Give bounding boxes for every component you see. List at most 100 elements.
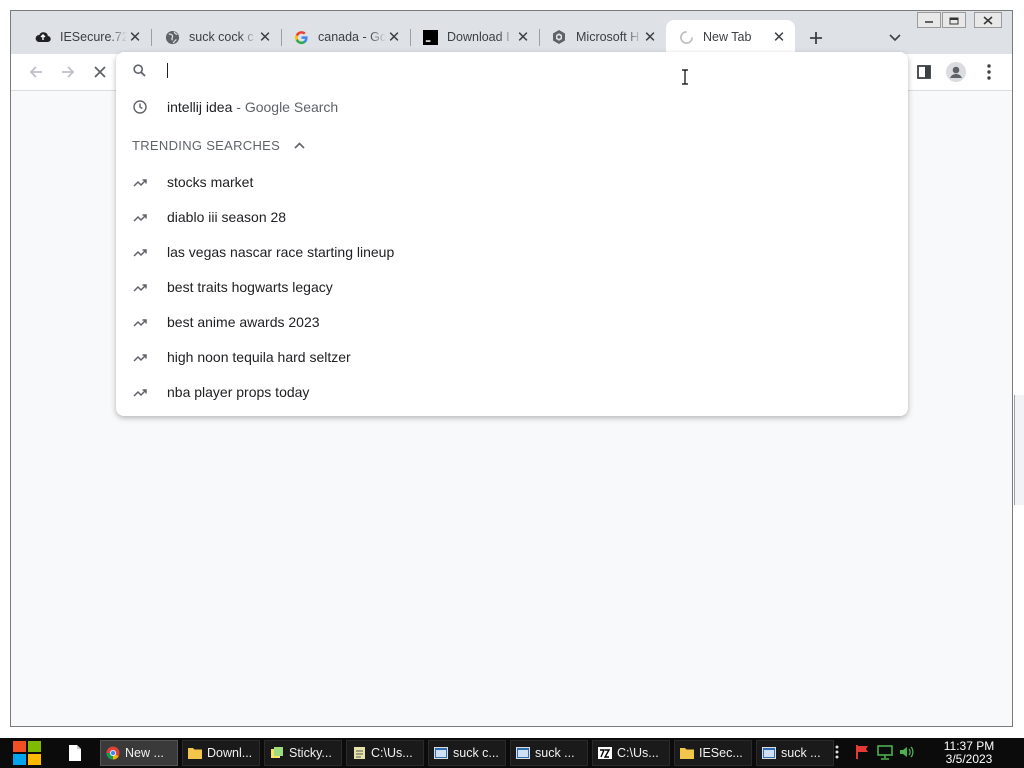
text-caret [167,63,168,78]
suggestion-history-item[interactable]: intellij idea - Google Search [116,89,908,124]
trending-arrow-icon [132,244,148,260]
system-tray [835,743,915,763]
trending-arrow-icon [132,209,148,225]
trending-item[interactable]: best anime awards 2023 [116,304,908,339]
mouse-ibeam-cursor [682,69,688,85]
taskbar-item-label: C:\Us... [371,746,413,760]
terminal-icon [422,29,438,45]
trending-arrow-icon [132,349,148,365]
trending-item[interactable]: stocks market [116,164,908,199]
globe-icon [164,29,180,45]
trending-item-text: nba player props today [167,383,310,400]
notepad-icon [352,746,366,760]
profile-avatar-icon[interactable] [946,62,966,82]
trending-item-text: stocks market [167,173,254,190]
history-clock-icon [132,99,148,115]
window-icon [762,746,776,760]
trending-arrow-icon [132,279,148,295]
stop-loading-icon[interactable] [90,62,110,82]
close-tab-icon[interactable]: ✕ [642,29,658,46]
taskbar-clock[interactable]: 11:37 PM 3/5/2023 [938,740,1000,766]
trending-item[interactable]: las vegas nascar race starting lineup [116,234,908,269]
tab-strip: IESecure.72 ✕ suck cock c ✕ canada - Go [11,11,1012,54]
taskbar-item-window[interactable]: suck ... [756,740,834,766]
action-center-flag-icon[interactable] [855,744,871,763]
close-tab-icon[interactable]: ✕ [771,29,787,46]
google-icon [293,29,309,45]
tab-new-tab[interactable]: New Tab ✕ [666,20,795,54]
cloud-upload-icon [35,29,51,45]
taskbar-item-window[interactable]: suck ... [510,740,588,766]
folder-icon [680,746,694,760]
search-icon [133,64,146,80]
trending-arrow-icon [132,314,148,330]
windows-taskbar: New ... Downl... Sticky... C:\Us... suck… [0,738,1024,768]
omnibox-input-row [116,52,908,88]
7zip-icon [598,746,612,760]
trending-item[interactable]: diablo iii season 28 [116,199,908,234]
chevron-up-icon[interactable] [294,142,305,149]
sticky-notes-icon [270,746,284,760]
trending-header-label: TRENDING SEARCHES [132,138,281,153]
tab-download[interactable]: Download I ✕ [410,20,540,54]
taskbar-item-iesecure-folder[interactable]: IESec... [674,740,752,766]
folder-icon [188,746,202,760]
show-desktop-file-icon[interactable] [68,744,82,762]
tab-microsoft[interactable]: Microsoft H ✕ [539,20,666,54]
taskbar-item-7zip[interactable]: C:\Us... [592,740,670,766]
network-icon[interactable] [877,744,893,763]
omnibox-dropdown: intellij idea - Google Search TRENDING S… [116,52,908,416]
close-tab-icon[interactable]: ✕ [515,29,531,46]
more-menu-icon[interactable] [979,62,999,82]
trending-item[interactable]: nba player props today [116,374,908,409]
tab-title: New Tab [703,30,752,44]
trending-searches-header[interactable]: TRENDING SEARCHES [132,138,305,153]
volume-icon[interactable] [899,744,915,763]
new-tab-button[interactable] [806,28,826,48]
taskbar-item-label: Sticky... [289,746,332,760]
tab-title: canada - Go [318,30,386,44]
windows-start-icon[interactable] [10,739,44,767]
tab-canada-google[interactable]: canada - Go ✕ [281,20,411,54]
taskbar-item-label: IESec... [699,746,743,760]
suggestion-text: intellij idea - Google Search [167,98,339,115]
taskbar-item-window[interactable]: suck c... [428,740,506,766]
taskbar-item-label: suck c... [453,746,499,760]
trending-arrow-icon [132,174,148,190]
back-arrow-icon[interactable] [26,62,46,82]
omnibox-search-input[interactable] [166,60,866,80]
close-window-button[interactable] [974,12,1002,28]
clock-date: 3/5/2023 [945,752,993,766]
forward-arrow-icon[interactable] [58,62,78,82]
minimize-window-button[interactable] [917,12,941,28]
tab-title: suck cock c [189,30,254,44]
loading-spinner-icon [678,29,694,45]
trending-item[interactable]: high noon tequila hard seltzer [116,339,908,374]
close-tab-icon[interactable]: ✕ [127,29,143,46]
close-tab-icon[interactable]: ✕ [386,29,402,46]
tab-title: IESecure.72 [60,30,127,44]
tab-suck-cock[interactable]: suck cock c ✕ [152,20,282,54]
taskbar-item-label: New ... [125,746,164,760]
taskbar-item-sticky-notes[interactable]: Sticky... [264,740,342,766]
trending-item[interactable]: best traits hogwarts legacy [116,269,908,304]
window-icon [434,746,448,760]
tab-iesecure[interactable]: IESecure.72 ✕ [23,20,152,54]
microsoft-icon [551,29,567,45]
tray-overflow-icon[interactable] [835,745,839,762]
tab-search-chevron-icon[interactable] [885,28,905,48]
restore-window-button[interactable] [942,12,966,28]
background-window-edge [1014,395,1024,505]
taskbar-item-label: suck ... [781,746,821,760]
trending-arrow-icon [132,384,148,400]
trending-item-text: diablo iii season 28 [167,208,287,225]
close-tab-icon[interactable]: ✕ [257,29,273,46]
taskbar-item-notepad[interactable]: C:\Us... [346,740,424,766]
taskbar-item-chrome[interactable]: New ... [100,740,178,766]
taskbar-item-label: suck ... [535,746,575,760]
taskbar-item-downloads[interactable]: Downl... [182,740,260,766]
tab-title: Download I [447,30,510,44]
tab-title: Microsoft H [576,30,640,44]
trending-item-text: high noon tequila hard seltzer [167,348,351,365]
side-panel-icon[interactable] [914,62,934,82]
